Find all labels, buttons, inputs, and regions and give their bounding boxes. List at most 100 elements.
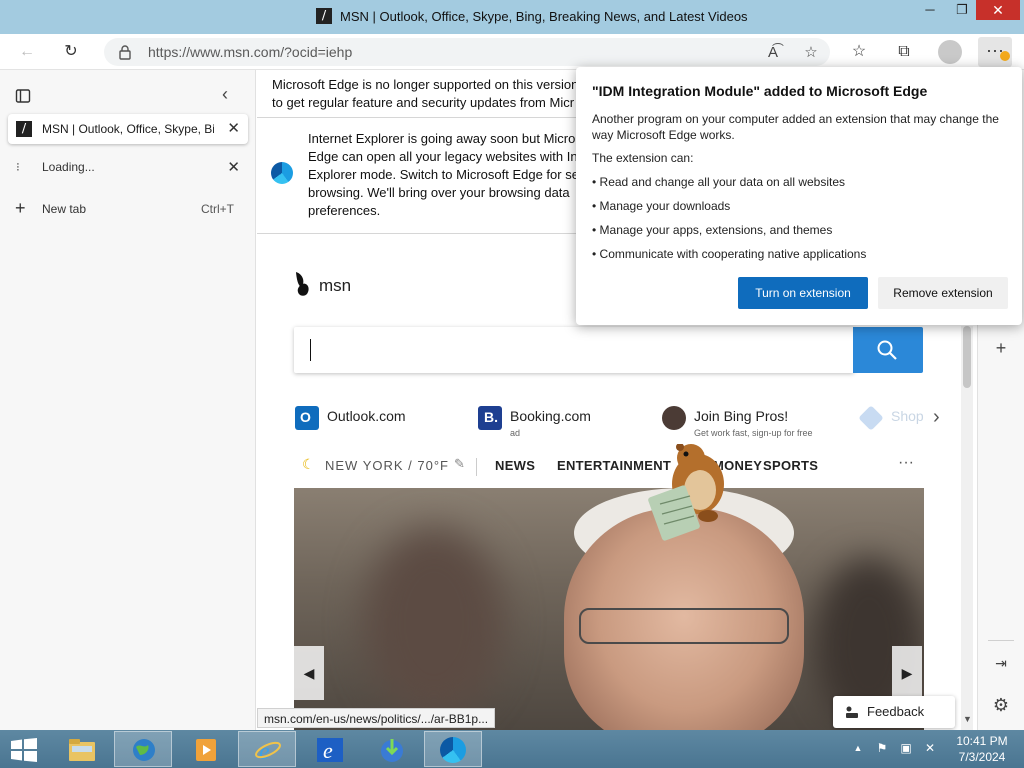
close-tab-icon[interactable]: ✕ bbox=[227, 119, 240, 137]
internet-explorer-icon: e bbox=[317, 738, 343, 763]
feedback-button[interactable]: Feedback bbox=[833, 696, 955, 728]
back-icon[interactable]: ← bbox=[16, 41, 38, 63]
taskbar-app-globe[interactable] bbox=[114, 731, 172, 767]
blurred-person bbox=[364, 528, 504, 718]
booking-icon: B. bbox=[478, 406, 502, 430]
close-tab-icon[interactable]: ✕ bbox=[227, 158, 240, 176]
svg-text:e: e bbox=[259, 739, 270, 763]
nav-divider bbox=[476, 458, 477, 476]
edit-location-icon[interactable]: ✎ bbox=[454, 456, 465, 472]
scroll-down-arrow-icon[interactable]: ▼ bbox=[963, 714, 972, 724]
permission-item: • Manage your apps, extensions, and them… bbox=[592, 223, 833, 237]
msn-wordmark: msn bbox=[319, 276, 352, 295]
action-center-flag-icon[interactable]: ⚑ bbox=[874, 740, 890, 756]
notification-badge bbox=[1000, 51, 1010, 61]
taskbar-file-explorer[interactable] bbox=[52, 731, 110, 767]
permissions-heading: The extension can: bbox=[592, 151, 694, 165]
plus-icon: + bbox=[15, 198, 26, 218]
internet-explorer-icon: e bbox=[255, 739, 281, 763]
msn-favicon-icon: ⧸ bbox=[16, 121, 32, 137]
tab-loading[interactable]: ⁝ Loading... ✕ bbox=[0, 150, 256, 184]
ad-label: ad bbox=[510, 428, 521, 438]
scrollbar-thumb[interactable] bbox=[963, 326, 971, 388]
banner-line: Microsoft Edge is no longer supported on… bbox=[272, 77, 579, 92]
svg-text:e: e bbox=[323, 738, 333, 763]
quick-link-label[interactable]: Booking.com bbox=[510, 408, 591, 424]
quick-link-label[interactable]: Join Bing Pros! bbox=[694, 408, 788, 424]
tray-expand-icon[interactable]: ▲ bbox=[850, 740, 866, 756]
search-input[interactable] bbox=[294, 327, 854, 373]
banner-line: browsing. We'll bring over your browsing… bbox=[308, 185, 570, 200]
taskbar-idm[interactable] bbox=[362, 731, 420, 767]
quick-link-label[interactable]: Shop bbox=[891, 408, 924, 424]
minimize-button[interactable]: ─ bbox=[916, 0, 944, 22]
collapse-pane-icon[interactable]: ‹ bbox=[222, 84, 228, 105]
outlook-icon: O bbox=[295, 406, 319, 430]
media-player-icon bbox=[196, 739, 216, 761]
sidebar-divider bbox=[988, 640, 1014, 641]
tab-actions-icon[interactable] bbox=[15, 88, 31, 104]
dialog-description: Another program on your computer added a… bbox=[592, 112, 999, 142]
taskbar-internet-explorer[interactable]: e bbox=[238, 731, 296, 767]
edge-logo-icon bbox=[271, 162, 293, 184]
refresh-icon[interactable]: ↻ bbox=[60, 41, 82, 63]
new-tab-label[interactable]: New tab bbox=[42, 202, 86, 216]
clock-date: 7/3/2024 bbox=[958, 750, 1006, 764]
sidebar-settings-gear-icon[interactable]: ⚙ bbox=[988, 692, 1014, 718]
tab-title[interactable]: Loading... bbox=[42, 160, 95, 174]
carousel-next-button[interactable]: ▶ bbox=[892, 646, 922, 700]
collections-icon[interactable]: ⧉ bbox=[893, 41, 915, 63]
feedback-icon bbox=[846, 706, 858, 718]
lock-icon[interactable] bbox=[118, 44, 132, 60]
hide-sidebar-icon[interactable]: ⇥ bbox=[988, 650, 1014, 676]
url-text[interactable]: https://www.msn.com/?ocid=iehp bbox=[148, 44, 352, 60]
weather-location[interactable]: NEW YORK / 70°F bbox=[325, 458, 449, 473]
taskbar-microsoft-edge[interactable] bbox=[424, 731, 482, 767]
nav-news[interactable]: NEWS bbox=[495, 458, 535, 473]
browser-toolbar: ← ↻ https://www.msn.com/?ocid=iehp A͡ ☆ … bbox=[0, 34, 1024, 70]
permission-item: • Manage your downloads bbox=[592, 199, 731, 213]
new-tab-shortcut: Ctrl+T bbox=[201, 202, 234, 216]
banner-line: Explorer mode. Switch to Microsoft Edge … bbox=[308, 167, 579, 182]
taskbar-internet-explorer-2[interactable]: e bbox=[300, 731, 358, 767]
bing-pros-avatar bbox=[662, 406, 686, 430]
add-sidebar-app-icon[interactable]: + bbox=[988, 335, 1014, 361]
quick-link-sub: Get work fast, sign-up for free bbox=[694, 428, 813, 438]
extension-added-dialog: "IDM Integration Module" added to Micros… bbox=[576, 67, 1022, 325]
search-button[interactable] bbox=[853, 327, 923, 373]
turn-on-extension-button[interactable]: Turn on extension bbox=[738, 277, 868, 309]
dialog-title: "IDM Integration Module" added to Micros… bbox=[592, 83, 928, 99]
restore-button[interactable]: ❐ bbox=[948, 0, 976, 22]
address-bar[interactable]: https://www.msn.com/?ocid=iehp A͡ ☆ bbox=[104, 38, 830, 66]
volume-muted-icon[interactable]: ✕ bbox=[922, 740, 938, 756]
feedback-label[interactable]: Feedback bbox=[867, 704, 924, 719]
taskbar-media-player[interactable] bbox=[176, 731, 234, 767]
add-favorite-icon[interactable]: ☆ bbox=[800, 42, 822, 64]
tab-title[interactable]: MSN | Outlook, Office, Skype, Bing, Brea… bbox=[42, 122, 214, 136]
permission-item: • Read and change all your data on all w… bbox=[592, 175, 846, 189]
favorites-icon[interactable]: ☆ bbox=[848, 41, 870, 63]
carousel-prev-button[interactable]: ◀ bbox=[294, 646, 324, 700]
text-caret bbox=[310, 339, 311, 361]
page-scrollbar[interactable]: ▼ bbox=[961, 326, 973, 730]
quick-link-label[interactable]: Outlook.com bbox=[327, 408, 406, 424]
close-window-button[interactable]: ✕ bbox=[976, 0, 1020, 20]
read-aloud-icon[interactable]: A͡ bbox=[762, 42, 784, 64]
system-clock[interactable]: 10:41 PM 7/3/2024 bbox=[950, 733, 1014, 765]
more-options-icon[interactable]: ··· bbox=[898, 454, 914, 472]
windows-taskbar: e e ▲ ⚑ ▣ ✕ 10:41 PM 7/3/2024 bbox=[0, 730, 1024, 768]
windows-start-icon[interactable] bbox=[10, 738, 38, 762]
hero-news-image[interactable]: ◀ ▶ bbox=[294, 488, 924, 730]
hamster-desktop-pet[interactable] bbox=[636, 444, 736, 554]
profile-avatar[interactable] bbox=[938, 40, 962, 64]
msn-nav-bar: ☾ NEW YORK / 70°F ✎ NEWS ENTERTAINMENT M… bbox=[294, 452, 924, 482]
status-bar-url: msn.com/en-us/news/politics/.../ar-BB1p.… bbox=[257, 708, 496, 728]
quick-links-next-icon[interactable]: › bbox=[933, 406, 940, 429]
new-tab-button[interactable]: + New tab Ctrl+T bbox=[0, 192, 256, 226]
remove-extension-button[interactable]: Remove extension bbox=[878, 277, 1008, 309]
tab-msn[interactable]: ⧸ MSN | Outlook, Office, Skype, Bing, Br… bbox=[8, 114, 248, 144]
edge-logo-icon bbox=[440, 737, 466, 763]
window-title: MSN | Outlook, Office, Skype, Bing, Brea… bbox=[340, 9, 748, 24]
nav-sports[interactable]: SPORTS bbox=[763, 458, 818, 473]
network-icon[interactable]: ▣ bbox=[898, 740, 914, 756]
